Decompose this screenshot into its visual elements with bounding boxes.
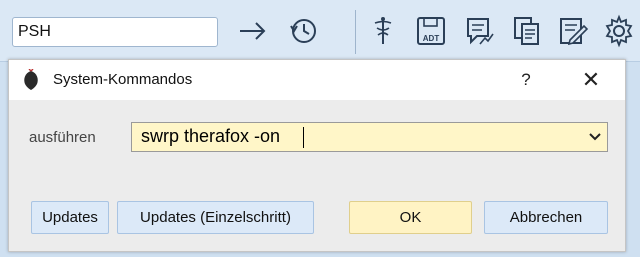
close-button[interactable]: ✕ [579, 68, 603, 92]
ok-button[interactable]: OK [349, 201, 472, 234]
execute-command-value[interactable]: swrp therafox -on [141, 126, 280, 147]
adt-save-icon[interactable]: ADT [414, 14, 448, 48]
toolbar-separator [355, 10, 356, 54]
text-caret [303, 127, 304, 148]
execute-command-combobox[interactable]: swrp therafox -on [131, 122, 608, 152]
arrow-right-icon[interactable] [236, 14, 270, 48]
dialog-body: ausführen swrp therafox -on Updates Upda… [9, 100, 625, 251]
chart-note-icon[interactable] [462, 14, 496, 48]
updates-button[interactable]: Updates [31, 201, 109, 234]
dialog-title-bar[interactable]: System-Kommandos ? ✕ [9, 60, 625, 100]
caduceus-icon[interactable] [366, 14, 400, 48]
execute-label: ausführen [29, 129, 96, 146]
dialog-title: System-Kommandos [53, 71, 193, 88]
adt-label: ADT [423, 34, 440, 43]
help-button[interactable]: ? [514, 68, 538, 92]
copy-documents-icon[interactable] [510, 14, 544, 48]
history-icon[interactable] [286, 14, 320, 48]
chevron-down-icon[interactable] [584, 124, 606, 150]
system-commands-dialog: System-Kommandos ? ✕ ausführen swrp ther… [8, 59, 626, 252]
command-input[interactable]: PSH [12, 17, 218, 47]
main-toolbar: PSH ADT [0, 0, 640, 62]
cancel-button[interactable]: Abbrechen [484, 201, 608, 234]
gear-icon[interactable] [602, 14, 636, 48]
updates-step-button[interactable]: Updates (Einzelschritt) [117, 201, 314, 234]
app-logo-icon [21, 68, 41, 91]
edit-note-icon[interactable] [556, 14, 590, 48]
